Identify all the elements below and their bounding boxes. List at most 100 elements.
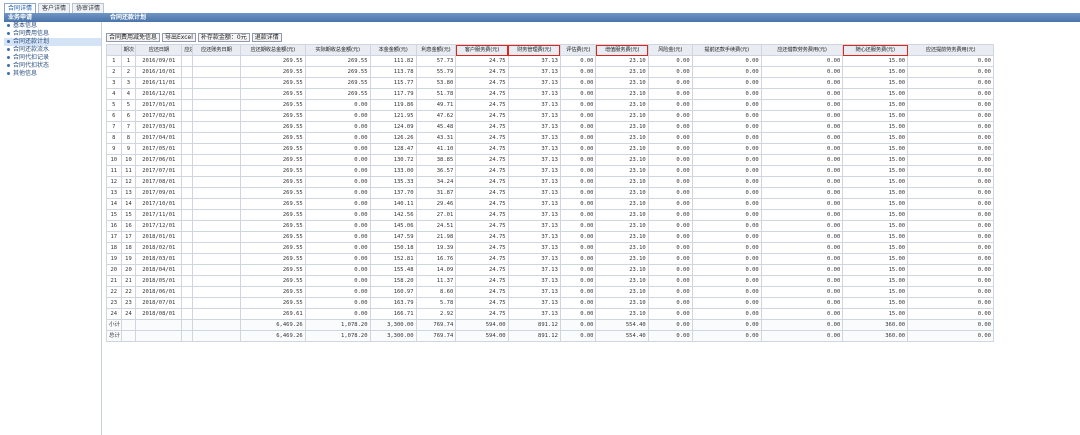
column-header[interactable]: 风险金(元) <box>647 44 693 56</box>
column-header[interactable]: 应还提前劳务费用(元) <box>907 44 994 56</box>
summary-row[interactable]: 总计 6,469.26 1,078.20 3,300.00 769.74 594.00 89… <box>106 330 994 342</box>
table-cell: 0.00 <box>559 55 597 67</box>
table-cell: 0.00 <box>559 308 597 320</box>
table-row[interactable]: 9 9 2017/05/01 269.55 0.00 128.47 41.10 24.75 37… <box>106 143 994 155</box>
sidebar-item[interactable]: 合同还款计划 <box>4 38 101 46</box>
table-row[interactable]: 7 7 2017/03/01 269.55 0.00 124.09 45.48 24.75 37… <box>106 121 994 133</box>
table-row[interactable]: 10 10 2017/06/01 269.55 0.00 130.72 38.85 24.75… <box>106 154 994 166</box>
table-cell: 133.00 <box>369 165 417 177</box>
table-cell: 0.00 <box>907 88 994 100</box>
table-cell <box>191 55 241 67</box>
column-header[interactable]: 增值服务费(元) <box>595 44 649 56</box>
table-cell: 0.00 <box>907 198 994 210</box>
column-header[interactable]: 随心还服务费(元) <box>842 44 909 56</box>
table-row[interactable]: 20 20 2018/04/01 269.55 0.00 155.48 14.09 24.75… <box>106 264 994 276</box>
table-cell: 小计 <box>106 319 122 331</box>
table-row[interactable]: 16 16 2017/12/01 269.55 0.00 145.06 24.51 24.75… <box>106 220 994 232</box>
table-cell: 37.13 <box>507 77 561 89</box>
table-cell <box>181 154 193 166</box>
column-header[interactable]: 应还日期 <box>135 44 183 56</box>
sidebar-item[interactable]: 合同还款流水 <box>4 46 101 54</box>
table-cell: 0.00 <box>304 286 371 298</box>
table-row[interactable]: 6 6 2017/02/01 269.55 0.00 121.95 47.62 24.75 37… <box>106 110 994 122</box>
sidebar-item[interactable]: 其他信息 <box>4 70 101 78</box>
column-header[interactable]: 期次 <box>120 44 137 56</box>
table-row[interactable]: 24 24 2018/08/01 269.61 0.00 166.71 2.92 24.75 3… <box>106 308 994 320</box>
column-header[interactable] <box>106 44 122 56</box>
deposit-amount-button[interactable]: 补存款金额：0元 <box>197 33 250 42</box>
table-row[interactable]: 1 1 2016/09/01 269.55 269.55 111.82 57.73 24.75… <box>106 55 994 67</box>
column-header[interactable]: 应还借款劳务费用(元) <box>760 44 844 56</box>
column-header[interactable]: 利息金额(元) <box>415 44 457 56</box>
column-header[interactable]: 应还账务日期 <box>191 44 241 56</box>
table-row[interactable]: 11 11 2017/07/01 269.55 0.00 133.00 36.57 24.75… <box>106 165 994 177</box>
table-row[interactable]: 14 14 2017/10/01 269.55 0.00 140.11 29.46 24.75… <box>106 198 994 210</box>
sidebar-item[interactable]: 合同代扣记录 <box>4 54 101 62</box>
column-header[interactable]: 实际期收总金额(元) <box>304 44 371 56</box>
table-cell: 0.00 <box>304 176 371 188</box>
table-cell: 0.00 <box>691 308 762 320</box>
table-row[interactable]: 17 17 2018/01/01 269.55 0.00 147.59 21.98 24.75… <box>106 231 994 243</box>
table-cell <box>181 77 193 89</box>
table-cell: 0.00 <box>907 308 994 320</box>
table-cell: 37.13 <box>507 176 561 188</box>
table-cell <box>191 88 241 100</box>
table-cell: 57.73 <box>415 55 457 67</box>
column-header[interactable]: 评估费(元) <box>559 44 597 56</box>
table-cell: 269.55 <box>239 154 306 166</box>
table-row[interactable]: 19 19 2018/03/01 269.55 0.00 152.81 16.76 24.75… <box>106 253 994 265</box>
sidebar-item-label: 其他信息 <box>13 70 38 77</box>
column-header[interactable]: 应还期收总金额(元) <box>239 44 306 56</box>
table-row[interactable]: 4 4 2016/12/01 269.55 269.55 117.79 51.78 24.75… <box>106 88 994 100</box>
table-row[interactable]: 2 2 2016/10/01 269.55 269.55 113.78 55.79 24.75… <box>106 66 994 78</box>
tab-review-details[interactable]: 协审详情 <box>72 3 105 13</box>
sidebar-item[interactable]: 基本信息 <box>4 22 101 30</box>
table-cell: 0.00 <box>647 209 693 221</box>
table-row[interactable]: 8 8 2017/04/01 269.55 0.00 126.26 43.31 24.75 37… <box>106 132 994 144</box>
table-header-row: 期次应还日期应还金额应还账务日期应还期收总金额(元)实际期收总金额(元)本金金额… <box>106 44 994 56</box>
table-cell: 15.00 <box>842 143 909 155</box>
table-cell <box>181 286 193 298</box>
table-cell: 554.40 <box>595 319 649 331</box>
table-cell: 269.55 <box>239 99 306 111</box>
table-cell: 总计 <box>106 330 122 342</box>
table-cell: 49.71 <box>415 99 457 111</box>
table-cell: 0.00 <box>691 209 762 221</box>
table-row[interactable]: 23 23 2018/07/01 269.55 0.00 163.79 5.78 24.75 3… <box>106 297 994 309</box>
table-row[interactable]: 3 3 2016/11/01 269.55 269.55 115.77 53.80 24.75… <box>106 77 994 89</box>
column-header[interactable]: 本金金额(元) <box>369 44 417 56</box>
table-row[interactable]: 15 15 2017/11/01 269.55 0.00 142.56 27.01 24.75… <box>106 209 994 221</box>
table-row[interactable]: 22 22 2018/06/01 269.55 0.00 160.97 8.60 24.75 3… <box>106 286 994 298</box>
column-header[interactable]: 财务管理费(元) <box>507 44 561 56</box>
table-row[interactable]: 13 13 2017/09/01 269.55 0.00 137.70 31.87 24.75… <box>106 187 994 199</box>
table-row[interactable]: 18 18 2018/02/01 269.55 0.00 150.18 19.39 24.75… <box>106 242 994 254</box>
table-cell: 0.00 <box>691 220 762 232</box>
table-cell: 23.10 <box>595 165 649 177</box>
export-excel-button[interactable]: 导出Excel <box>162 33 196 42</box>
table-cell: 0.00 <box>760 132 844 144</box>
sidebar-item[interactable]: 合同费用信息 <box>4 30 101 38</box>
summary-row[interactable]: 小计 6,469.26 1,078.20 3,300.00 769.74 594.00 89… <box>106 319 994 331</box>
tab-contract-details[interactable]: 合同详情 <box>4 3 37 13</box>
table-cell: 0.00 <box>647 165 693 177</box>
table-cell <box>181 99 193 111</box>
refund-details-button[interactable]: 退款详情 <box>251 33 282 42</box>
table-row[interactable]: 12 12 2017/08/01 269.55 0.00 135.33 34.24 24.75… <box>106 176 994 188</box>
table-row[interactable]: 5 5 2017/01/01 269.55 0.00 119.86 49.71 24.75 37… <box>106 99 994 111</box>
table-cell: 0.00 <box>691 286 762 298</box>
fee-waiver-button[interactable]: 合同费用减免信息 <box>106 33 161 42</box>
column-header[interactable]: 提前还款手续费(元) <box>691 44 762 56</box>
table-row[interactable]: 21 21 2018/05/01 269.55 0.00 158.20 11.37 24.75… <box>106 275 994 287</box>
table-cell: 0.00 <box>304 154 371 166</box>
table-cell: 23.10 <box>595 77 649 89</box>
table-cell: 15.00 <box>842 264 909 276</box>
table-cell: 24.75 <box>455 66 509 78</box>
table-cell <box>181 319 193 331</box>
column-header[interactable]: 客户服务费(元) <box>455 44 509 56</box>
column-header[interactable]: 应还金额 <box>181 44 193 56</box>
sidebar-item[interactable]: 合同代扣状态 <box>4 62 101 70</box>
table-cell <box>181 88 193 100</box>
tab-customer-details[interactable]: 客户详情 <box>38 3 71 13</box>
table-cell: 23.10 <box>595 55 649 67</box>
table-cell: 0.00 <box>907 132 994 144</box>
